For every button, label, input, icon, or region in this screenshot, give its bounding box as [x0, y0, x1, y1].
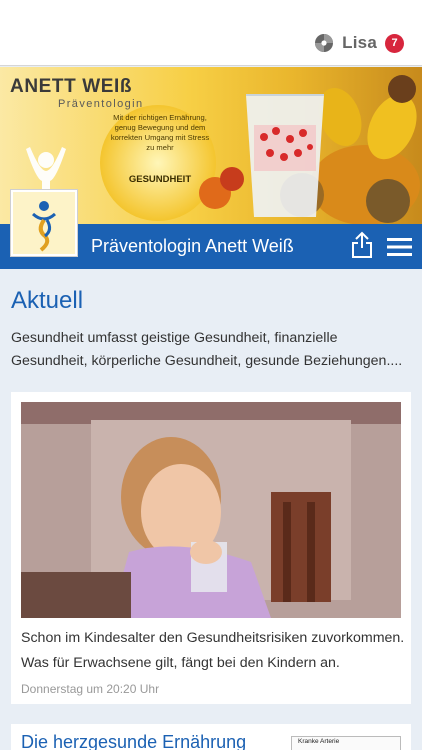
logo-figure-icon	[13, 192, 75, 254]
brand-name: ANETT WEIß	[10, 76, 133, 97]
news-card[interactable]: Schon im Kindesalter den Gesundheitsrisi…	[11, 392, 411, 704]
news-card-photo[interactable]	[21, 402, 401, 618]
user-menu[interactable]: Lisa 7	[314, 33, 404, 53]
thumbnail-label: Kranke Arterie	[298, 738, 340, 745]
share-icon[interactable]	[350, 231, 374, 259]
intro-text: Gesundheit umfasst geistige Gesundheit, …	[11, 330, 403, 369]
section-title: Aktuell	[11, 287, 84, 314]
top-bar: Lisa 7	[0, 0, 422, 66]
user-name[interactable]: Lisa	[342, 33, 377, 53]
banner-tagline: Mit der richtigen Ernährung, genug Beweg…	[110, 113, 210, 152]
news-card-text: Schon im Kindesalter den Gesundheitsrisi…	[21, 630, 405, 671]
hamburger-menu-icon[interactable]	[387, 237, 412, 257]
notification-badge[interactable]: 7	[385, 33, 404, 53]
banner-tagline-emphasis: GESUNDHEIT	[128, 174, 192, 185]
news-card-title[interactable]: Die herzgesunde Ernährung	[21, 732, 246, 750]
site-title[interactable]: Präventologin Anett Weiß	[91, 236, 294, 257]
news-card-thumbnail[interactable]: Kranke Arterie	[291, 736, 401, 750]
news-card-date: Donnerstag um 20:20 Uhr	[21, 682, 160, 696]
app-logo-icon	[315, 34, 334, 52]
brand-logo[interactable]	[10, 189, 78, 257]
news-card[interactable]: Die herzgesunde Ernährung Kranke Arterie	[11, 724, 411, 750]
brand-subtitle: Präventologin	[58, 98, 144, 110]
